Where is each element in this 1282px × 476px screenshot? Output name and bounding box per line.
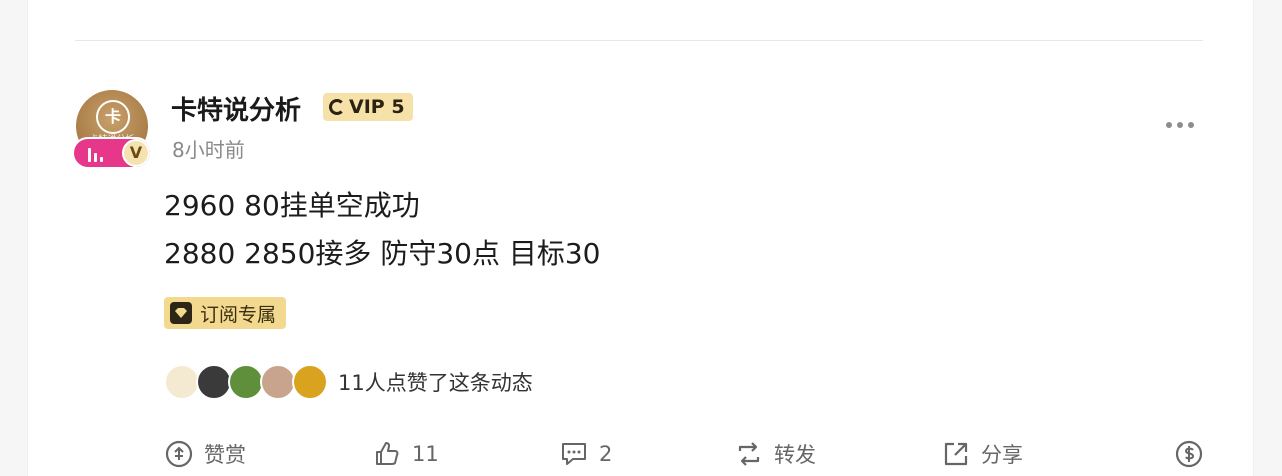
repost-button[interactable]: 转发 (734, 434, 816, 474)
diamond-icon (170, 302, 192, 324)
top-divider (75, 40, 1203, 41)
post-content: 2960 80挂单空成功 2880 2850接多 防守30点 目标30 (164, 182, 600, 278)
repost-label: 转发 (774, 443, 816, 467)
subscription-tag[interactable]: 订阅专属 (164, 297, 287, 329)
like-button[interactable]: 11 (372, 434, 439, 474)
liker-avatar[interactable] (292, 364, 328, 400)
likes-summary[interactable]: 11人点赞了这条动态 (338, 367, 533, 397)
dollar-button[interactable] (1174, 434, 1204, 474)
tip-label: 赞赏 (204, 443, 246, 467)
share-icon (941, 439, 971, 469)
post-time: 8小时前 (172, 138, 245, 162)
thumbs-up-icon (372, 439, 402, 469)
share-button[interactable]: 分享 (941, 434, 1023, 474)
verified-badge: V (122, 139, 150, 167)
vip-icon (329, 99, 345, 115)
like-count: 11 (412, 442, 439, 466)
liker-avatar[interactable] (228, 364, 264, 400)
author-name[interactable]: 卡特说分析 (171, 90, 301, 127)
tip-icon (164, 439, 194, 469)
post-line-1: 2960 80挂单空成功 (164, 189, 420, 222)
post-card: 卡 卡特说分析 V 卡特说分析 VIP 5 8小时前 2960 80挂单空成功 … (27, 0, 1254, 476)
tip-button[interactable]: 赞赏 (164, 434, 246, 474)
dollar-icon (1174, 439, 1204, 469)
vip-label: VIP 5 (349, 96, 405, 118)
comment-icon (559, 439, 589, 469)
vip-badge[interactable]: VIP 5 (323, 93, 413, 121)
live-bars-icon (88, 146, 108, 162)
share-label: 分享 (981, 443, 1023, 467)
post-line-2: 2880 2850接多 防守30点 目标30 (164, 237, 601, 270)
comment-button[interactable]: 2 (559, 434, 612, 474)
repost-icon (734, 439, 764, 469)
liker-avatar[interactable] (164, 364, 200, 400)
action-bar: 赞赏 11 2 转发 分享 (164, 434, 1204, 474)
more-options-icon[interactable] (1166, 115, 1202, 135)
avatar-logo: 卡 (96, 100, 130, 134)
likers-row[interactable]: 11人点赞了这条动态 (164, 362, 533, 402)
comment-count: 2 (599, 442, 613, 466)
subscription-tag-label: 订阅专属 (200, 303, 277, 326)
liker-avatar[interactable] (260, 364, 296, 400)
liker-avatar[interactable] (196, 364, 232, 400)
